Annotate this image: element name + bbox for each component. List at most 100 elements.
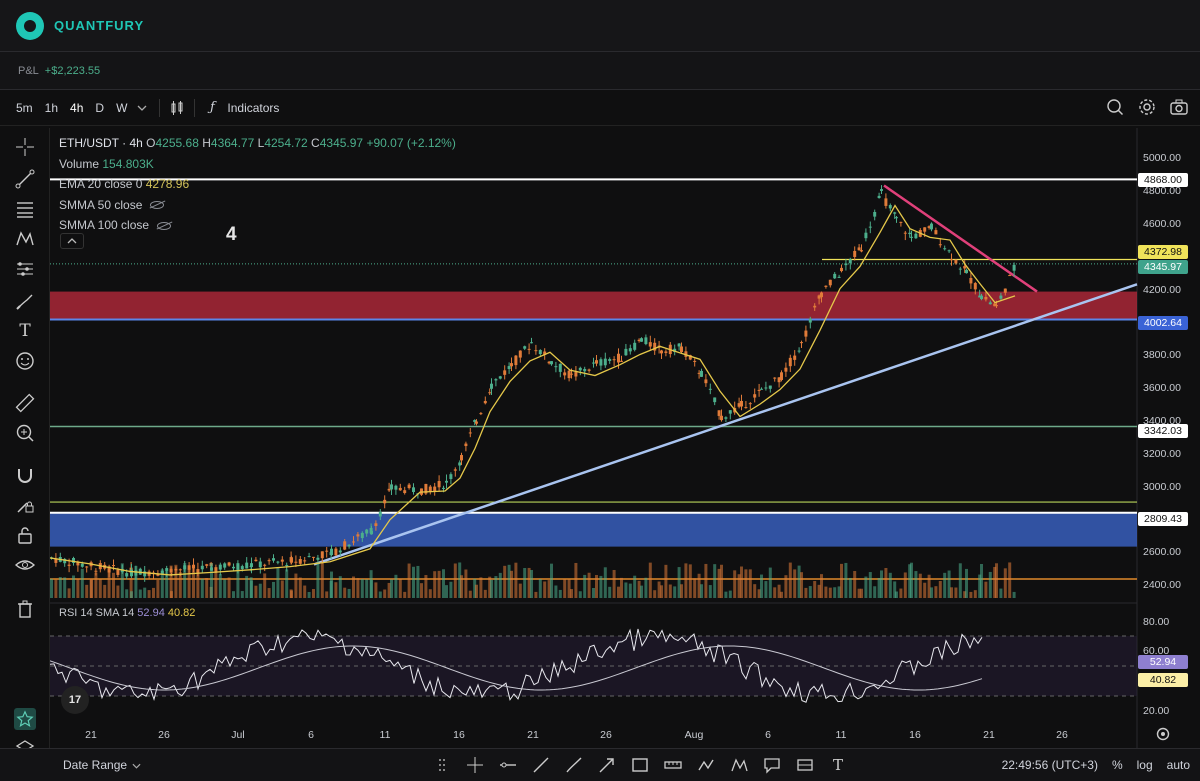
candle-body [938,244,942,246]
volume-bar [563,579,567,598]
volume-bar [965,568,968,598]
percent-toggle[interactable]: % [1112,758,1123,772]
candle-body [527,348,531,350]
rectangle-icon[interactable] [630,755,650,775]
smma100-label[interactable]: SMMA 100 close [59,218,149,232]
ema-value: 4278.96 [145,177,190,191]
date-tick: Aug [684,729,704,741]
auto-toggle[interactable]: auto [1167,758,1190,772]
candle-body [538,349,542,355]
chevron-down-icon[interactable] [132,758,141,772]
fx-icon[interactable]: ƒ [203,99,221,117]
drawing-tools-row: T [432,755,848,775]
volume-bar [63,577,67,598]
brush-icon[interactable] [14,290,36,312]
indicators-button[interactable]: Indicators [221,101,285,115]
search-icon[interactable] [1106,98,1124,116]
crosshair-icon[interactable] [14,136,36,158]
ruler-icon[interactable] [14,392,36,414]
pattern-icon[interactable] [14,228,36,250]
symbol-label[interactable]: ETH/USDT · 4h [59,136,143,150]
volume-bar [895,591,898,598]
candle-body [272,558,275,561]
callout-icon[interactable] [762,755,782,775]
ema-label[interactable]: EMA 20 close 0 [59,177,142,191]
fib-tools-icon[interactable] [14,258,36,280]
candle-body [713,397,717,403]
candle-body [383,499,387,504]
camera-icon[interactable] [1170,98,1188,116]
rsi-label[interactable]: RSI 14 SMA 14 [59,607,134,619]
candle-body [958,268,962,270]
crosshair-icon[interactable] [465,755,485,775]
volume-bar [720,564,723,598]
candle-body [868,226,872,228]
volume-bar [54,579,58,598]
hidden-eye-icon[interactable] [150,201,165,210]
horizontal-lines-icon[interactable] [14,198,36,220]
chevron-down-icon[interactable] [133,99,151,117]
eye-icon[interactable] [14,554,36,576]
rsi-value: 52.94 [137,607,165,619]
rsi-tick: 20.00 [1143,705,1170,717]
candle-body [680,346,683,353]
timeframe-4h[interactable]: 4h [64,101,89,115]
demand-zone [50,513,1137,547]
candle-body [475,421,478,424]
candle-body [693,360,697,362]
text-tool-icon[interactable]: T [14,320,36,342]
volume-bar [479,577,483,598]
volume-bar [152,587,155,598]
candle-body [320,551,324,559]
clock-time[interactable]: 22:49:56 (UTC+3) [1002,758,1098,772]
candles-icon[interactable] [168,99,186,117]
date-range-button[interactable]: Date Range [63,758,127,772]
lock-drawing-icon[interactable] [14,494,36,516]
candle-body [833,273,837,279]
candle-body [67,564,71,566]
settings-icon[interactable] [1155,726,1171,747]
timeframe-1h[interactable]: 1h [39,101,64,115]
trash-icon[interactable] [14,598,36,620]
log-toggle[interactable]: log [1137,758,1153,772]
volume-bar [343,587,347,598]
timeframe-d[interactable]: D [89,101,110,115]
smma50-label[interactable]: SMMA 50 close [59,198,142,212]
candle-body [390,484,393,490]
pattern-icon[interactable] [729,755,749,775]
drag-handle-icon[interactable] [432,755,452,775]
volume-label[interactable]: Volume [59,157,99,171]
hidden-eye-icon[interactable] [157,221,172,230]
star-icon[interactable] [14,708,36,730]
candle-body [227,562,231,566]
magnet-icon[interactable] [14,464,36,486]
gear-icon[interactable] [1138,98,1156,116]
text-tool-icon[interactable]: T [828,755,848,775]
chart-annotation[interactable]: 4 [226,224,237,246]
volume-bar [316,563,320,598]
trend-line-icon[interactable] [531,755,551,775]
timeframe-w[interactable]: W [110,101,133,115]
tradingview-logo[interactable]: 17 [61,686,89,714]
brush-icon[interactable] [564,755,584,775]
date-tick: 21 [527,729,539,741]
collapse-legend-button[interactable] [60,233,84,249]
zoom-in-icon[interactable] [14,422,36,444]
volume-bar [280,580,284,598]
drawing-toolbar: T [0,128,50,781]
timeframe-5m[interactable]: 5m [10,101,39,115]
candle-body [558,363,562,372]
horizontal-ray-icon[interactable] [498,755,518,775]
arrow-icon[interactable] [597,755,617,775]
ruler-icon[interactable] [663,755,683,775]
price-tick: 3200.00 [1143,448,1181,460]
volume-bar [325,591,329,598]
candle-body [984,296,988,300]
ruler-measure-icon[interactable] [795,755,815,775]
rsi-sma-value: 40.82 [167,607,196,619]
emoji-icon[interactable] [14,350,36,372]
path-icon[interactable] [696,755,716,775]
trend-line-icon[interactable] [14,168,36,190]
unlock-icon[interactable] [14,524,36,546]
candle-body [910,236,913,238]
